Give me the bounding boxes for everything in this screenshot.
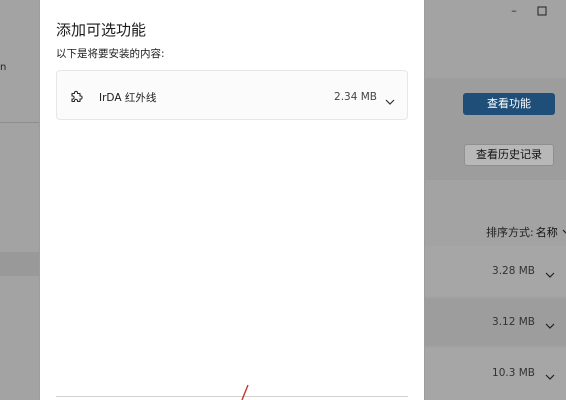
chevron-down-icon[interactable] <box>544 317 556 329</box>
view-history-button[interactable]: 查看历史记录 <box>464 144 554 166</box>
feature-size: 3.28 MB <box>492 265 535 277</box>
sort-selector[interactable]: 排序方式: 名称 <box>486 224 566 240</box>
chevron-down-icon[interactable] <box>544 368 556 380</box>
cursor-icon <box>238 384 250 400</box>
maximize-icon[interactable] <box>534 3 550 19</box>
chevron-down-icon[interactable] <box>385 92 395 105</box>
dialog-footer-divider <box>56 396 408 397</box>
feature-item[interactable]: IrDA 红外线 2.34 MB <box>56 70 408 120</box>
dialog-subtitle: 以下是将要安装的内容: <box>56 48 165 60</box>
minimize-icon[interactable]: – <box>506 3 522 19</box>
nav-item-highlight <box>0 252 40 276</box>
feature-size: 3.12 MB <box>492 316 535 328</box>
view-features-button[interactable]: 查看功能 <box>463 93 555 115</box>
chevron-down-icon <box>562 226 566 239</box>
feature-name: IrDA 红外线 <box>99 92 157 104</box>
add-optional-feature-dialog: 添加可选功能 以下是将要安装的内容: IrDA 红外线 2.34 MB <box>39 0 425 400</box>
sort-value: 名称 <box>535 226 558 239</box>
puzzle-icon <box>69 88 85 104</box>
feature-size: 2.34 MB <box>334 91 377 103</box>
chevron-down-icon[interactable] <box>544 266 556 278</box>
nav-text-fragment: n <box>0 62 7 73</box>
sort-label: 排序方式: <box>486 226 534 239</box>
dialog-title: 添加可选功能 <box>56 21 147 39</box>
nav-divider <box>0 122 40 123</box>
feature-size: 10.3 MB <box>492 367 535 379</box>
